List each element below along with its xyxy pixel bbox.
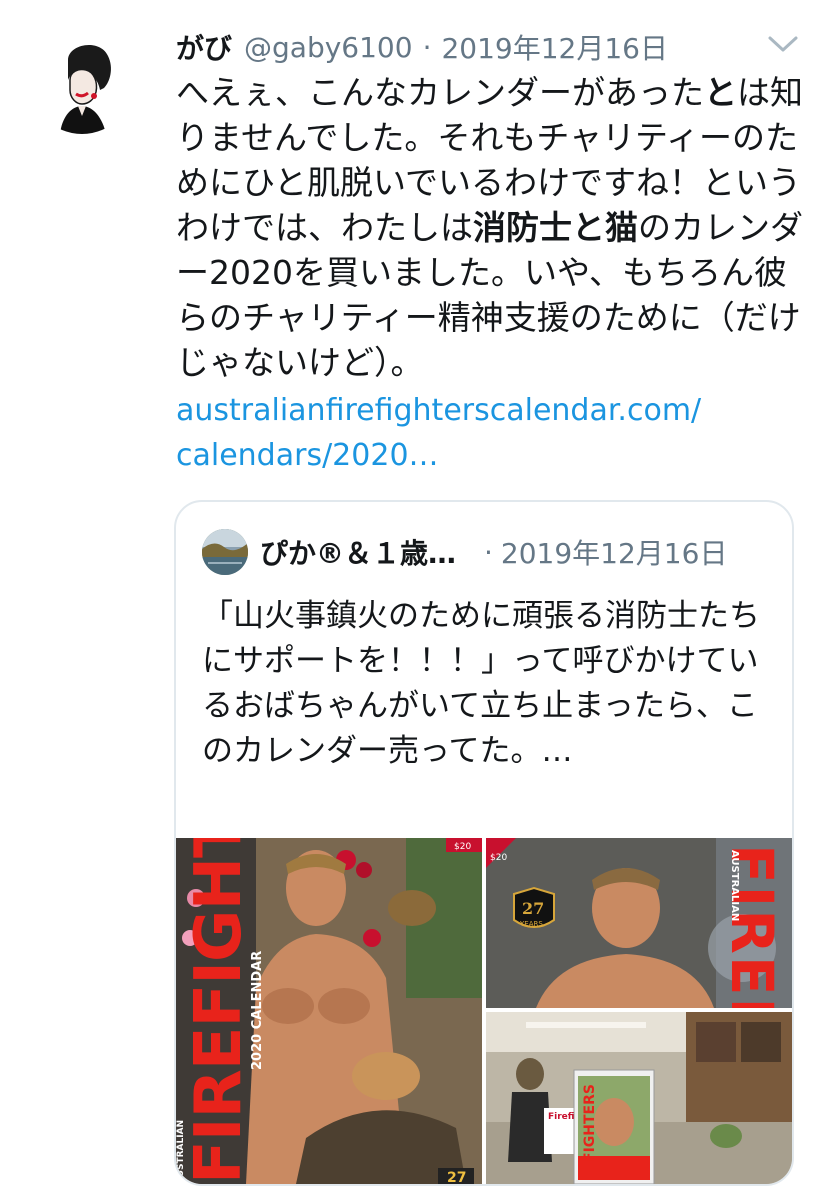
tweet-text-bold: 消防士と猫: [473, 208, 638, 247]
tweet-date[interactable]: 2019年12月16日: [441, 27, 668, 67]
calendar-title-vertical: FIREFIGHTERS: [182, 838, 256, 1184]
quoted-avatar[interactable]: [202, 529, 248, 575]
woman-silhouette-avatar-icon: [30, 30, 134, 134]
landscape-avatar-icon: [202, 529, 248, 575]
chevron-down-icon[interactable]: [766, 32, 800, 56]
years-badge-2: 27: [522, 899, 544, 918]
mall-stand-photo[interactable]: FIGHTERS Firefi: [486, 1012, 792, 1184]
quoted-text: 「山火事鎮火のために頑張る消防士たちにサポートを！！！」って呼びかけているおばち…: [202, 598, 760, 769]
author-name[interactable]: がび: [176, 27, 232, 67]
mall-brand-text: Firefi: [548, 1112, 575, 1122]
tweet-header: がび @gaby6100 · 2019年12月16日: [176, 26, 802, 68]
tweet-text-bold: と: [704, 73, 737, 112]
mall-stand-image: [486, 1012, 792, 1184]
price-tag-2: $20: [490, 853, 507, 863]
years-badge-sub: YEARS: [519, 920, 543, 928]
link-line-2[interactable]: calendars/2020…: [176, 433, 806, 478]
calendar-subtitle-vertical: 2020 CALENDAR: [250, 950, 265, 1070]
calendar-back-photo[interactable]: $20 27 YEARS FIREFI AUSTRALIAN: [486, 838, 792, 1008]
years-badge-1: 27: [447, 1170, 466, 1184]
quoted-header: ぴか®＆１歳… · 2019年12月16日: [202, 528, 772, 576]
quoted-tweet[interactable]: ぴか®＆１歳… · 2019年12月16日 「山火事鎮火のために頑張る消防士たち…: [174, 500, 794, 1186]
quoted-date[interactable]: 2019年12月16日: [501, 532, 728, 572]
author-avatar[interactable]: [30, 30, 134, 134]
calendar-cover-photo[interactable]: $20 27 FIREFIGHTERS 2020 CALENDAR AUSTRA…: [176, 838, 482, 1184]
mall-sign-text: FIGHTERS: [582, 1084, 598, 1162]
link-line-1[interactable]: australianfirefighterscalendar.com/: [176, 388, 806, 433]
price-tag-1: $20: [454, 842, 471, 852]
quoted-media-grid: $20 27 FIREFIGHTERS 2020 CALENDAR AUSTRA…: [176, 838, 792, 1184]
separator-dot: ·: [422, 30, 432, 64]
tweet-text: へえぇ、こんなカレンダーがあったとは知りませんでした。それもチャリティーのために…: [176, 70, 806, 385]
calendar-side-label: AUSTRALIAN: [176, 1119, 186, 1184]
author-handle[interactable]: @gaby6100: [244, 31, 413, 64]
tweet-link[interactable]: australianfirefighterscalendar.com/ cale…: [176, 388, 806, 478]
quoted-author-name[interactable]: ぴか®＆１歳…: [260, 532, 456, 572]
quoted-separator: ·: [484, 535, 493, 569]
tweet-text-part: へえぇ、こんなカレンダーがあった: [176, 73, 704, 112]
back-side-label: AUSTRALIAN: [729, 850, 740, 922]
